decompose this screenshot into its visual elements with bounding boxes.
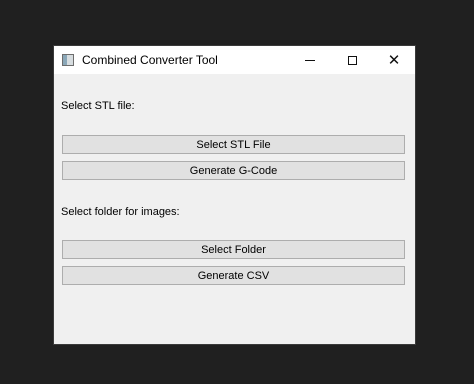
maximize-button[interactable] [331, 46, 373, 74]
window-controls: ✕ [289, 46, 415, 74]
desktop-background: Combined Converter Tool ✕ Select STL fil… [0, 0, 474, 384]
maximize-icon [347, 55, 357, 65]
close-icon: ✕ [387, 51, 401, 69]
generate-gcode-button[interactable]: Generate G-Code [62, 161, 405, 180]
window-title: Combined Converter Tool [82, 53, 218, 67]
close-button[interactable]: ✕ [373, 46, 415, 74]
generate-csv-button[interactable]: Generate CSV [62, 266, 405, 285]
minimize-button[interactable] [289, 46, 331, 74]
title-bar[interactable]: Combined Converter Tool ✕ [54, 46, 415, 74]
minimize-icon [305, 59, 315, 61]
select-stl-file-button[interactable]: Select STL File [62, 135, 405, 154]
image-folder-section-label: Select folder for images: [61, 206, 180, 218]
stl-section-label: Select STL file: [61, 100, 135, 112]
window-content: Select STL file: Select STL File Generat… [54, 74, 415, 346]
app-window: Combined Converter Tool ✕ Select STL fil… [53, 45, 416, 345]
app-icon [62, 54, 74, 66]
select-folder-button[interactable]: Select Folder [62, 240, 405, 259]
